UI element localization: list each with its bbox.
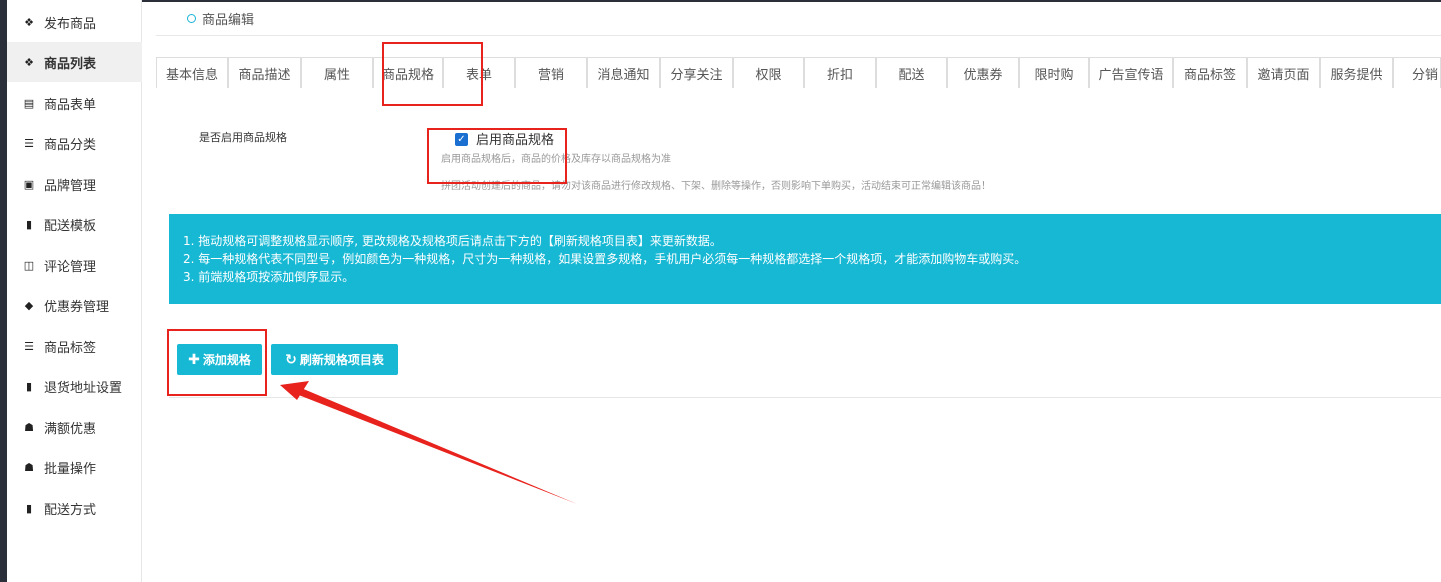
- gift-icon: ☗: [24, 460, 34, 474]
- tab-product-tags[interactable]: 商品标签: [1173, 57, 1247, 88]
- sidebar-item-label: 评论管理: [44, 259, 97, 275]
- info-line-2: 2. 每一种规格代表不同型号，例如颜色为一种规格，尺寸为一种规格，如果设置多规格…: [183, 252, 1027, 266]
- sidebar-item-label: 商品分类: [44, 137, 97, 153]
- check-icon: ✓: [457, 134, 466, 145]
- tab-permissions[interactable]: 权限: [733, 57, 804, 88]
- sidebar-item-delivery-method[interactable]: ▮ 配送方式: [7, 488, 142, 528]
- plus-icon: ✚: [188, 351, 200, 368]
- sidebar-item-label: 优惠券管理: [44, 299, 110, 315]
- sidebar-item-publish-product[interactable]: ❖ 发布商品: [7, 2, 142, 42]
- file-icon: ▤: [23, 96, 35, 110]
- left-edge-strip: [0, 0, 7, 582]
- columns-icon: ◫: [23, 258, 35, 272]
- spec-enable-checkbox-label[interactable]: 启用商品规格: [476, 129, 554, 148]
- tab-distribution[interactable]: 分销: [1393, 57, 1441, 88]
- sidebar-item-label: 退货地址设置: [44, 380, 123, 396]
- info-line-3: 3. 前端规格项按添加倒序显示。: [183, 270, 355, 284]
- sidebar-item-label: 配送模板: [44, 218, 97, 234]
- sidebar-item-product-form[interactable]: ▤ 商品表单: [7, 83, 142, 123]
- panel-title: 商品编辑: [202, 13, 255, 28]
- add-spec-label: 添加规格: [202, 353, 251, 367]
- tab-form[interactable]: 表单: [443, 57, 515, 88]
- tab-services[interactable]: 服务提供: [1320, 57, 1393, 88]
- app-root: ❖ 发布商品 ❖ 商品列表 ▤ 商品表单 ☰ 商品分类 ▣ 品牌管理 ▮ 配送模…: [0, 0, 1441, 582]
- spec-enable-label: 是否启用商品规格: [199, 131, 287, 144]
- panel-header: 商品编辑: [156, 2, 1441, 36]
- sitemap-icon: ☰: [24, 136, 34, 150]
- sidebar-item-label: 商品列表: [44, 56, 97, 72]
- truck-icon: ▮: [25, 501, 33, 515]
- sidebar-item-label: 品牌管理: [44, 178, 97, 194]
- tab-discount[interactable]: 折扣: [804, 57, 876, 88]
- tab-basic-info[interactable]: 基本信息: [156, 57, 228, 88]
- cubes-icon: ❖: [24, 15, 34, 29]
- sidebar-item-coupons[interactable]: ◆ 优惠券管理: [7, 285, 142, 325]
- refresh-icon: ↻: [285, 351, 297, 368]
- refresh-spec-label: 刷新规格项目表: [299, 353, 384, 367]
- sidebar-item-full-discount[interactable]: ☗ 满额优惠: [7, 407, 142, 447]
- sidebar-item-product-tags[interactable]: ☰ 商品标签: [7, 326, 142, 366]
- tab-marketing[interactable]: 营销: [515, 57, 587, 88]
- sidebar-item-label: 商品标签: [44, 340, 97, 356]
- tab-spec[interactable]: 商品规格: [373, 57, 443, 88]
- circle-icon: [187, 14, 196, 23]
- briefcase-icon: ▣: [23, 177, 35, 191]
- spec-info-alert: 1. 拖动规格可调整规格显示顺序, 更改规格及规格项后请点击下方的【刷新规格项目…: [169, 214, 1441, 304]
- sidebar-item-label: 商品表单: [44, 97, 97, 113]
- add-spec-button[interactable]: ✚ 添加规格: [177, 344, 262, 375]
- info-line-1: 1. 拖动规格可调整规格显示顺序, 更改规格及规格项后请点击下方的【刷新规格项目…: [183, 234, 722, 248]
- sidebar-item-label: 发布商品: [44, 16, 97, 32]
- sidebar-item-return-address[interactable]: ▮ 退货地址设置: [7, 366, 142, 406]
- sidebar-item-label: 批量操作: [44, 461, 97, 477]
- sidebar-item-product-list[interactable]: ❖ 商品列表: [7, 42, 142, 82]
- tab-description[interactable]: 商品描述: [228, 57, 301, 88]
- tab-coupons[interactable]: 优惠券: [947, 57, 1019, 88]
- sidebar-item-label: 配送方式: [44, 502, 97, 518]
- tab-share[interactable]: 分享关注: [660, 57, 733, 88]
- tab-shipping[interactable]: 配送: [876, 57, 947, 88]
- tags-icon: ◆: [24, 298, 34, 312]
- tab-notifications[interactable]: 消息通知: [587, 57, 660, 88]
- sidebar: ❖ 发布商品 ❖ 商品列表 ▤ 商品表单 ☰ 商品分类 ▣ 品牌管理 ▮ 配送模…: [7, 0, 142, 582]
- sidebar-item-brand[interactable]: ▣ 品牌管理: [7, 164, 142, 204]
- tab-invite-page[interactable]: 邀请页面: [1247, 57, 1320, 88]
- sidebar-item-shipping-template[interactable]: ▮ 配送模板: [7, 204, 142, 244]
- sidebar-item-label: 满额优惠: [44, 421, 97, 437]
- refresh-spec-table-button[interactable]: ↻ 刷新规格项目表: [271, 344, 398, 375]
- sidebar-item-comments[interactable]: ◫ 评论管理: [7, 245, 142, 285]
- sitemap-icon: ☰: [24, 339, 34, 353]
- tab-bar: 基本信息 商品描述 属性 商品规格 表单 营销 消息通知 分享关注 权限 折扣 …: [156, 57, 1441, 88]
- tab-flash-sale[interactable]: 限时购: [1019, 57, 1089, 88]
- content-divider: [169, 397, 1441, 398]
- cubes-icon: ❖: [24, 55, 34, 69]
- gift-icon: ☗: [24, 420, 34, 434]
- tab-ad-slogan[interactable]: 广告宣传语: [1089, 57, 1173, 88]
- spec-help-text: 启用商品规格后，商品的价格及库存以商品规格为准: [441, 154, 671, 165]
- truck-icon: ▮: [25, 379, 33, 393]
- truck-icon: ▮: [25, 217, 33, 231]
- sidebar-item-product-category[interactable]: ☰ 商品分类: [7, 123, 142, 163]
- spec-enable-checkbox[interactable]: ✓: [455, 133, 468, 146]
- sidebar-item-batch-ops[interactable]: ☗ 批量操作: [7, 447, 142, 487]
- tab-attributes[interactable]: 属性: [301, 57, 373, 88]
- group-buy-warning-text: 拼团活动创建后的商品，请勿对该商品进行修改规格、下架、删除等操作，否则影响下单购…: [441, 181, 991, 192]
